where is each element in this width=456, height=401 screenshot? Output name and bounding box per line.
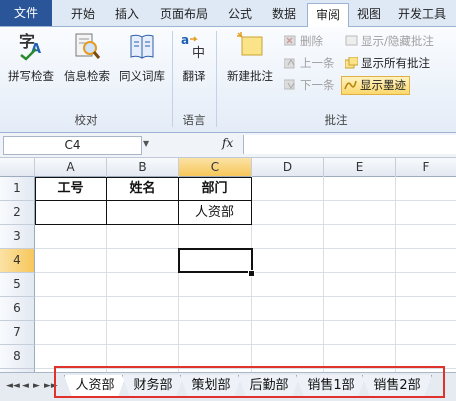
spell-check-icon: 字 A [19, 32, 41, 61]
next-comment-icon [284, 79, 295, 90]
formula-input[interactable] [243, 135, 456, 154]
first-sheet-icon[interactable]: ◄◄ [6, 381, 20, 391]
ribbon-tab-bar: 文件 开始 插入 页面布局 公式 数据 审阅 视图 开发工具 [0, 0, 456, 27]
new-comment-button[interactable]: 新建批注 [222, 31, 278, 84]
tab-file[interactable]: 文件 [0, 0, 52, 26]
next-sheet-icon[interactable]: ► [33, 381, 40, 391]
language-group-label: 语言 [182, 113, 206, 127]
gridline [35, 296, 456, 297]
tab-insert[interactable]: 插入 [107, 3, 147, 25]
prev-sheet-icon[interactable]: ◄ [22, 381, 29, 391]
column-header[interactable]: F [396, 158, 456, 177]
svg-text:中: 中 [192, 46, 205, 61]
cell-c2[interactable]: 人资部 [179, 201, 250, 224]
row-header[interactable]: 6 [0, 297, 35, 321]
show-all-comments-icon [345, 57, 358, 69]
svg-text:a: a [181, 33, 189, 47]
spell-check-button[interactable]: 字 A 拼写检查 [4, 31, 58, 84]
next-comment-label: 下一条 [300, 78, 335, 92]
row-header[interactable]: 8 [0, 345, 35, 369]
cell-c1[interactable]: 部门 [179, 177, 250, 200]
research-label: 信息检索 [64, 69, 110, 83]
fill-handle[interactable] [248, 270, 255, 277]
gridline [35, 320, 456, 321]
thesaurus-label: 同义词库 [119, 69, 165, 83]
tab-developer[interactable]: 开发工具 [390, 3, 454, 25]
new-comment-label: 新建批注 [227, 69, 273, 83]
column-header[interactable]: C [179, 158, 252, 177]
translate-icon: a 中 [181, 33, 205, 61]
show-all-comments-label: 显示所有批注 [361, 56, 430, 70]
active-cell-c4[interactable] [178, 248, 253, 273]
proofing-group-label: 校对 [74, 113, 98, 127]
delete-comment-label: 删除 [300, 34, 323, 48]
tab-page-layout[interactable]: 页面布局 [150, 3, 218, 25]
select-all-corner[interactable] [0, 158, 35, 177]
formula-bar: C4 ▼ fx [0, 133, 456, 158]
row-header[interactable]: 2 [0, 201, 35, 225]
chevron-down-icon[interactable]: ▼ [143, 139, 149, 148]
show-all-comments-button[interactable]: 显示所有批注 [343, 55, 430, 72]
highlight-box [54, 366, 445, 398]
ribbon-panel: 字 A 拼写检查 信息检索 同义词库 校对 a 中 翻译 语言 新建批注 删除 … [0, 27, 456, 133]
name-box[interactable]: C4 [3, 136, 142, 155]
show-ink-icon [344, 80, 357, 90]
comments-group-label: 批注 [324, 113, 348, 127]
row-header[interactable]: 5 [0, 273, 35, 297]
group-separator [216, 31, 217, 127]
show-hide-comment-icon [345, 35, 358, 46]
column-header[interactable]: A [35, 158, 107, 177]
show-ink-label: 显示墨迹 [360, 78, 406, 92]
show-hide-comment-label: 显示/隐藏批注 [361, 34, 434, 48]
thesaurus-button[interactable]: 同义词库 [114, 31, 170, 84]
gridline [323, 176, 324, 372]
delete-comment-button[interactable]: 删除 [282, 33, 323, 50]
new-comment-icon [237, 32, 263, 56]
translate-button[interactable]: a 中 翻译 [176, 31, 212, 84]
tab-formulas[interactable]: 公式 [220, 3, 260, 25]
translate-label: 翻译 [182, 69, 206, 83]
delete-comment-icon [284, 35, 296, 46]
gridline [395, 176, 396, 372]
show-ink-button[interactable]: 显示墨迹 [341, 76, 410, 95]
worksheet-grid[interactable]: A B C D E F 1 2 3 4 5 6 7 8 工号 姓名 部门 人资部 [0, 158, 456, 374]
previous-comment-button[interactable]: 上一条 [282, 55, 335, 72]
research-icon [75, 33, 101, 59]
cell-b1[interactable]: 姓名 [107, 177, 178, 200]
previous-comment-icon [284, 58, 295, 69]
column-header[interactable]: D [252, 158, 324, 177]
insert-function-icon[interactable]: fx [222, 136, 233, 150]
research-button[interactable]: 信息检索 [60, 31, 114, 84]
row-header[interactable]: 4 [0, 249, 35, 273]
spell-check-label: 拼写检查 [8, 69, 54, 83]
tab-data[interactable]: 数据 [263, 3, 305, 25]
tab-view[interactable]: 视图 [352, 3, 386, 25]
previous-comment-label: 上一条 [300, 56, 335, 70]
row-header[interactable]: 7 [0, 321, 35, 345]
cell-a1[interactable]: 工号 [35, 177, 106, 200]
next-comment-button[interactable]: 下一条 [282, 77, 335, 94]
thesaurus-icon [130, 34, 154, 59]
column-header[interactable]: E [324, 158, 396, 177]
tab-home[interactable]: 开始 [60, 3, 106, 25]
row-header[interactable]: 3 [0, 225, 35, 249]
column-header[interactable]: B [107, 158, 179, 177]
gridline [35, 344, 456, 345]
show-hide-comment-button[interactable]: 显示/隐藏批注 [343, 33, 434, 50]
row-header[interactable]: 1 [0, 177, 35, 201]
tab-review[interactable]: 审阅 [307, 3, 349, 27]
